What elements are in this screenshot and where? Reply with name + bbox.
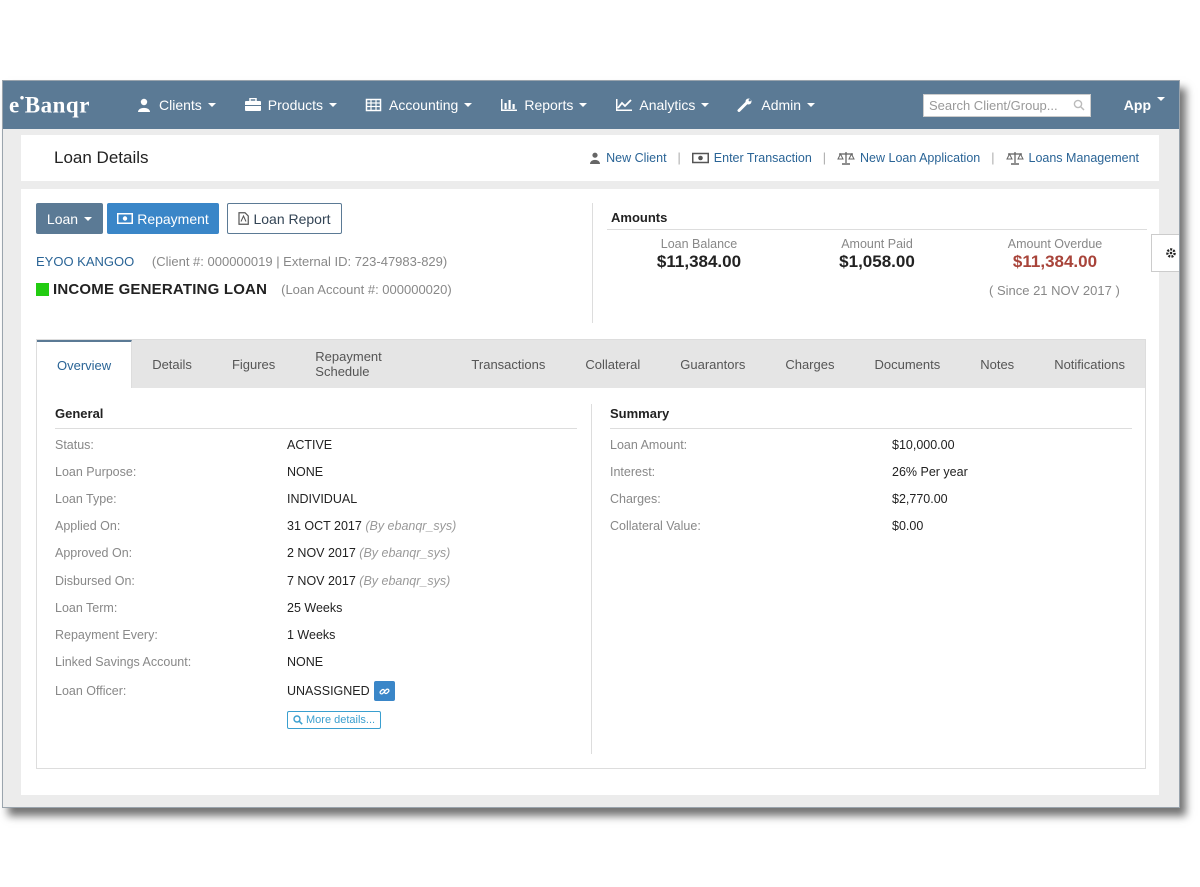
brand-logo[interactable]: e•Banqr	[9, 90, 121, 119]
tab-notes[interactable]: Notes	[960, 340, 1034, 388]
money-icon	[117, 213, 134, 224]
loans-management-link[interactable]: Loans Management	[1005, 151, 1139, 165]
nav-analytics[interactable]: Analytics	[601, 81, 723, 129]
detail-row: Repayment Every: 1 Weeks	[55, 627, 336, 642]
tab-container: Overview Details Figures Repayment Sched…	[36, 339, 1146, 769]
assign-officer-button[interactable]	[373, 681, 395, 702]
gear-icon	[1166, 248, 1176, 258]
tab-transactions[interactable]: Transactions	[451, 340, 565, 388]
detail-row: Loan Type: INDIVIDUAL	[55, 491, 358, 506]
summary-row: Loan Amount: $10,000.00	[610, 437, 955, 452]
detail-row: Approved On: 2 NOV 2017 (By ebanqr_sys)	[55, 546, 451, 561]
page-title: Loan Details	[54, 148, 149, 167]
divider	[591, 404, 592, 754]
pdf-file-icon	[238, 212, 250, 225]
settings-toggle[interactable]	[1151, 234, 1179, 272]
detail-row: Loan Purpose: NONE	[55, 464, 324, 479]
link-icon	[379, 688, 390, 695]
detail-row: Loan Term: 25 Weeks	[55, 600, 343, 615]
loan-account-meta: (Loan Account #: 000000020)	[281, 282, 452, 297]
detail-row: Disbursed On: 7 NOV 2017 (By ebanqr_sys)	[55, 573, 451, 588]
balance-scale-icon	[1005, 152, 1024, 165]
balance-scale-icon	[837, 152, 855, 165]
tab-documents[interactable]: Documents	[854, 340, 960, 388]
search-input[interactable]: Search Client/Group...	[923, 93, 1091, 117]
amount-overdue: Amount Overdue $11,384.00	[1007, 237, 1103, 271]
chevron-down-icon	[207, 103, 216, 107]
briefcase-icon	[244, 98, 261, 111]
client-name-link[interactable]: EYOO KANGOO	[36, 254, 134, 269]
money-icon	[691, 152, 709, 164]
app-window: e•Banqr Clients Products Accounting Repo…	[2, 80, 1180, 808]
search-icon	[1073, 99, 1085, 111]
app-menu[interactable]: App	[1091, 97, 1179, 113]
nav-products[interactable]: Products	[230, 81, 351, 129]
top-navbar: e•Banqr Clients Products Accounting Repo…	[3, 81, 1179, 129]
divider	[592, 203, 593, 323]
tab-repayment-schedule[interactable]: Repayment Schedule	[295, 340, 451, 388]
summary-row: Charges: $2,770.00	[610, 491, 948, 506]
summary-row: Interest: 26% Per year	[610, 464, 968, 479]
amount-paid: Amount Paid $1,058.00	[839, 237, 915, 271]
user-icon	[138, 98, 150, 112]
tab-details[interactable]: Details	[132, 340, 212, 388]
chevron-down-icon	[701, 103, 710, 107]
loan-balance: Loan Balance $11,384.00	[656, 237, 742, 271]
status-indicator	[36, 283, 49, 296]
chevron-down-icon	[84, 216, 93, 221]
tab-figures[interactable]: Figures	[212, 340, 295, 388]
divider	[607, 229, 1147, 230]
table-icon	[365, 98, 382, 112]
nav-admin[interactable]: Admin	[723, 81, 829, 129]
detail-row: Linked Savings Account: NONE	[55, 655, 324, 670]
chevron-down-icon	[464, 103, 473, 107]
client-meta: (Client #: 000000019 | External ID: 723-…	[151, 254, 448, 269]
tab-collateral[interactable]: Collateral	[565, 340, 660, 388]
new-client-link[interactable]: New Client	[589, 151, 667, 165]
loan-info: INCOME GENERATING LOAN (Loan Account #: …	[36, 281, 452, 298]
nav-reports[interactable]: Reports	[486, 81, 601, 129]
nav-clients[interactable]: Clients	[121, 81, 230, 129]
search-icon	[293, 714, 303, 725]
amounts-title: Amounts	[611, 210, 668, 225]
summary-section: Summary Loan Amount: $10,000.00 Interest:…	[610, 406, 1132, 540]
more-details-button[interactable]: More details...	[287, 710, 382, 729]
section-title: General	[55, 406, 104, 421]
loan-report-button[interactable]: Loan Report	[227, 203, 342, 234]
nav-accounting[interactable]: Accounting	[351, 81, 486, 129]
chevron-down-icon	[329, 103, 338, 107]
chevron-down-icon	[1157, 97, 1165, 101]
chevron-down-icon	[579, 103, 588, 107]
loan-product-name: INCOME GENERATING LOAN	[53, 281, 268, 298]
tab-guarantors[interactable]: Guarantors	[660, 340, 765, 388]
line-chart-icon	[616, 99, 633, 111]
loan-dropdown-button[interactable]: Loan	[36, 203, 103, 234]
general-section: General Status: ACTIVE Loan Purpose: NONE …	[55, 406, 577, 730]
user-icon	[590, 152, 601, 164]
repayment-button[interactable]: Repayment	[107, 203, 219, 234]
detail-row: Applied On: 31 OCT 2017 (By ebanqr_sys)	[55, 519, 457, 534]
tab-bar: Overview Details Figures Repayment Sched…	[37, 340, 1145, 388]
client-info: EYOO KANGOO (Client #: 000000019 | Exter…	[36, 254, 447, 269]
tab-charges[interactable]: Charges	[765, 340, 854, 388]
header-actions: New Client | Enter Transaction | New Loa…	[589, 151, 1139, 165]
detail-row: Loan Officer: UNASSIGNED	[55, 676, 577, 707]
detail-row: Status: ACTIVE	[55, 437, 333, 452]
page-header: Loan Details New Client | Enter Transact…	[21, 135, 1159, 181]
tab-notifications[interactable]: Notifications	[1034, 340, 1145, 388]
bar-chart-icon	[501, 99, 518, 111]
wrench-icon	[737, 98, 752, 112]
loan-panel: Loan Repayment Loan Report EYOO KANGOO (…	[21, 189, 1179, 795]
summary-row: Collateral Value: $0.00	[610, 519, 924, 534]
section-title: Summary	[610, 406, 670, 421]
enter-transaction-link[interactable]: Enter Transaction	[691, 151, 812, 165]
new-loan-application-link[interactable]: New Loan Application	[837, 151, 980, 165]
overdue-since: ( Since 21 NOV 2017 )	[989, 283, 1120, 298]
chevron-down-icon	[807, 103, 816, 107]
tab-overview[interactable]: Overview	[37, 340, 133, 388]
